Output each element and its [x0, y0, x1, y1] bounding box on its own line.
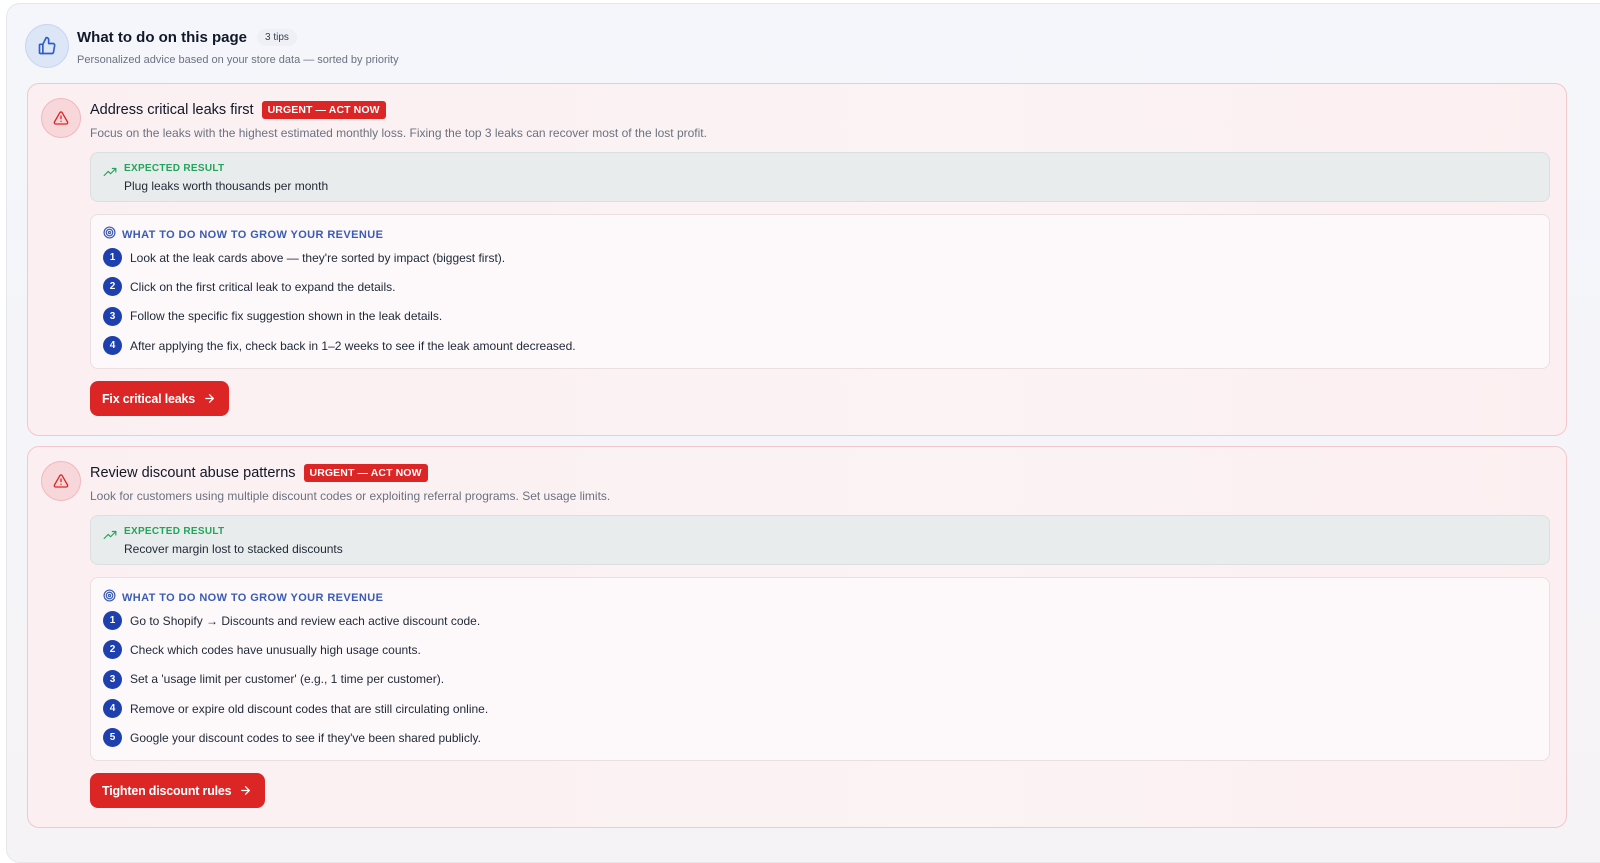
tip-title: Address critical leaks first: [90, 102, 254, 118]
steps-box: WHAT TO DO NOW TO GROW YOUR REVENUE 1 Go…: [90, 577, 1550, 762]
steps-label: WHAT TO DO NOW TO GROW YOUR REVENUE: [122, 229, 384, 241]
target-icon: [103, 589, 116, 607]
step-text: Look at the leak cards above — they're s…: [130, 250, 506, 265]
tighten-discount-rules-button[interactable]: Tighten discount rules: [90, 773, 266, 809]
expected-result-value: Plug leaks worth thousands per month: [124, 179, 329, 193]
step-number: 1: [103, 611, 122, 631]
arrow-right-icon: [239, 784, 252, 797]
step-item: 1 Go to Shopify → Discounts and review e…: [103, 606, 1537, 635]
expected-result-label: EXPECTED RESULT: [124, 163, 225, 174]
step-number: 4: [103, 699, 122, 719]
urgent-badge: URGENT — ACT NOW: [261, 101, 386, 119]
expected-result-label: EXPECTED RESULT: [124, 526, 225, 537]
tip-description: Focus on the leaks with the highest esti…: [90, 126, 707, 140]
step-text: Google your discount codes to see if the…: [130, 730, 481, 745]
thumbs-up-icon: [25, 24, 69, 68]
step-text: Go to Shopify → Discounts and review eac…: [130, 613, 481, 628]
step-text: Check which codes have unusually high us…: [130, 642, 421, 657]
step-item: 4 After applying the fix, check back in …: [103, 331, 1537, 360]
trending-up-icon: [103, 528, 117, 546]
step-text: Follow the specific fix suggestion shown…: [130, 309, 443, 324]
step-text: Remove or expire old discount codes that…: [130, 701, 489, 716]
expected-result-value: Recover margin lost to stacked discounts: [124, 542, 343, 556]
step-item: 2 Check which codes have unusually high …: [103, 635, 1537, 664]
step-number: 1: [103, 248, 122, 268]
expected-result-box: EXPECTED RESULT Recover margin lost to s…: [90, 515, 1550, 565]
warning-icon: [41, 98, 81, 138]
step-text: After applying the fix, check back in 1–…: [130, 338, 576, 353]
step-item: 3 Set a 'usage limit per customer' (e.g.…: [103, 665, 1537, 694]
tip-card: Address critical leaks first URGENT — AC…: [27, 83, 1567, 436]
step-item: 4 Remove or expire old discount codes th…: [103, 694, 1537, 723]
warning-icon: [41, 461, 81, 501]
tip-title: Review discount abuse patterns: [90, 465, 296, 481]
step-number: 2: [103, 640, 122, 660]
step-number: 3: [103, 306, 122, 326]
target-icon: [103, 226, 116, 244]
tips-count-badge: 3 tips: [256, 28, 297, 46]
steps-label: WHAT TO DO NOW TO GROW YOUR REVENUE: [122, 592, 384, 604]
button-label: Fix critical leaks: [102, 391, 195, 406]
step-number: 5: [103, 728, 122, 748]
step-number: 3: [103, 669, 122, 689]
page-title: What to do on this page: [77, 28, 247, 46]
step-item: 1 Look at the leak cards above — they're…: [103, 243, 1537, 272]
step-item: 3 Follow the specific fix suggestion sho…: [103, 302, 1537, 331]
step-item: 5 Google your discount codes to see if t…: [103, 723, 1537, 752]
tip-card: Review discount abuse patterns URGENT — …: [27, 446, 1567, 828]
arrow-right-icon: [203, 392, 216, 405]
urgent-badge: URGENT — ACT NOW: [303, 464, 428, 482]
button-label: Tighten discount rules: [102, 783, 232, 798]
step-text: Click on the first critical leak to expa…: [130, 279, 396, 294]
steps-box: WHAT TO DO NOW TO GROW YOUR REVENUE 1 Lo…: [90, 214, 1550, 370]
trending-up-icon: [103, 165, 117, 183]
page-subtitle: Personalized advice based on your store …: [77, 54, 399, 66]
tips-panel: What to do on this page 3 tips Personali…: [6, 3, 1600, 863]
step-number: 2: [103, 277, 122, 297]
tips-header: What to do on this page 3 tips Personali…: [25, 24, 399, 70]
tip-description: Look for customers using multiple discou…: [90, 489, 611, 503]
step-number: 4: [103, 336, 122, 356]
step-item: 2 Click on the first critical leak to ex…: [103, 272, 1537, 301]
fix-critical-leaks-button[interactable]: Fix critical leaks: [90, 381, 229, 417]
expected-result-box: EXPECTED RESULT Plug leaks worth thousan…: [90, 152, 1550, 202]
step-text: Set a 'usage limit per customer' (e.g., …: [130, 672, 445, 687]
